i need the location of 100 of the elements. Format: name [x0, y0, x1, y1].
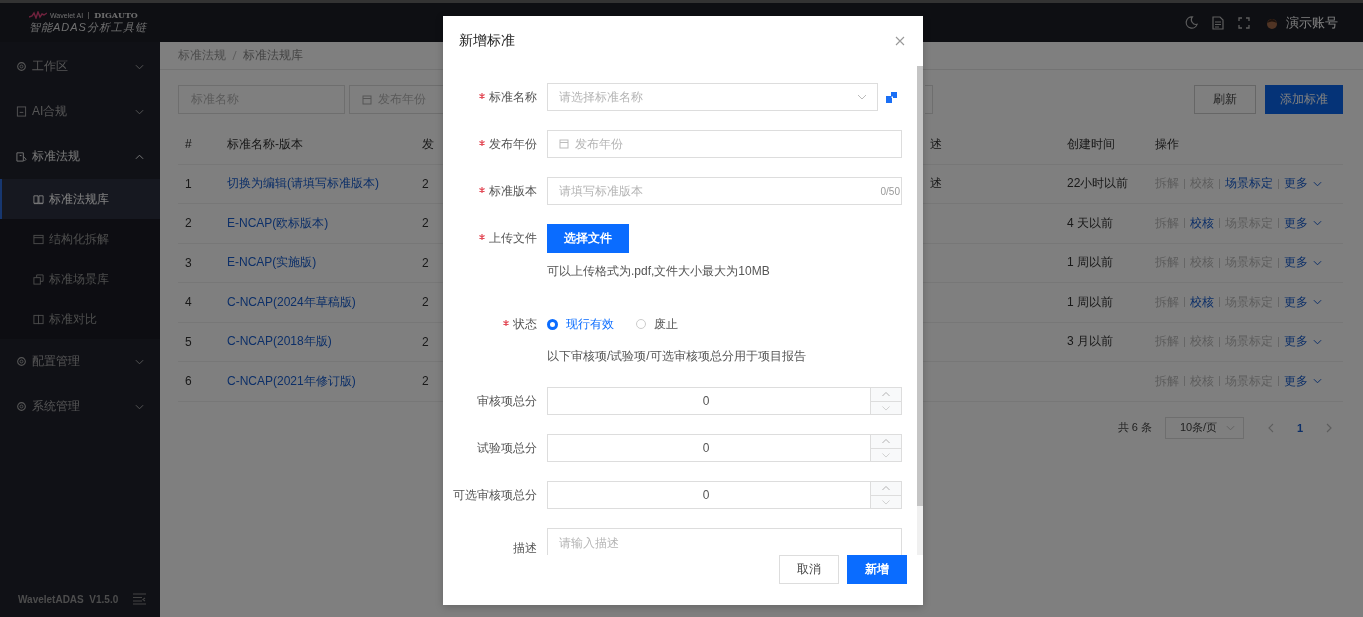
sidebar-subitem[interactable]: 标准法规库 — [0, 179, 160, 219]
created-time: 4 天以前 — [1066, 214, 1114, 232]
help-text: 可以上传格式为.pdf,文件大小最大为10MB — [547, 264, 770, 278]
chevron-icon — [135, 358, 144, 365]
radio-button[interactable] — [547, 318, 558, 330]
radio-label[interactable]: 废止 — [654, 315, 678, 333]
number-field[interactable]: 0 — [547, 481, 902, 509]
book-icon — [16, 151, 27, 162]
table-cell-text: 2 — [421, 255, 430, 270]
sidebar-item[interactable]: 系统管理 — [0, 384, 160, 429]
sidebar-subitem[interactable]: 结构化拆解 — [0, 219, 160, 259]
row-number: 5 — [184, 334, 193, 349]
radio-label[interactable]: 现行有效 — [566, 315, 614, 333]
menu-collapse-icon[interactable] — [133, 593, 146, 605]
table-cell-text: 述 — [929, 175, 943, 193]
moon-icon[interactable] — [1185, 16, 1198, 29]
number-field[interactable]: 0 — [547, 434, 902, 462]
choose-file-button[interactable]: 选择文件 — [547, 224, 629, 253]
document-icon — [33, 233, 44, 245]
standard-name-link[interactable]: 切换为编辑(请填写标准版本) — [227, 175, 410, 193]
number-field[interactable]: 0 — [547, 387, 902, 415]
more-link[interactable]: 更多 — [1284, 175, 1308, 193]
scrollbar-thumb[interactable] — [917, 66, 923, 506]
row-number: 2 — [184, 216, 193, 231]
field-label: 审核项总分 — [477, 393, 537, 408]
add-standard-button[interactable]: 添加标准 — [1265, 85, 1343, 114]
page-number[interactable]: 1 — [1286, 421, 1313, 434]
more-link[interactable]: 更多 — [1284, 333, 1308, 351]
dialog-title: 新增标准 — [459, 32, 515, 50]
sidebar-item[interactable]: 配置管理 — [0, 339, 160, 384]
more-link[interactable]: 更多 — [1284, 254, 1308, 272]
more-link[interactable]: 更多 — [1284, 214, 1308, 232]
standard-name-link[interactable]: C-NCAP(2018年版) — [227, 333, 410, 351]
chevron-down-icon — [1313, 259, 1322, 266]
row-action-link[interactable]: 校核 — [1190, 293, 1214, 311]
chevron-down-icon — [1313, 378, 1322, 385]
row-action-link[interactable]: 场景标定 — [1225, 175, 1273, 193]
table-cell-text: 2 — [421, 295, 430, 310]
compare-icon — [33, 313, 44, 325]
column-header: 述 — [929, 135, 943, 153]
date-field[interactable]: 发布年份 — [547, 130, 902, 158]
sidebar-subitem[interactable]: 标准场景库 — [0, 259, 160, 299]
column-header: 发 — [421, 135, 435, 153]
previous-page-icon[interactable] — [1266, 422, 1274, 433]
chevron-down-icon — [1313, 338, 1322, 345]
field-label: 描述 — [513, 540, 537, 555]
refresh-button[interactable]: 刷新 — [1194, 85, 1256, 114]
document-icon[interactable] — [1212, 15, 1224, 30]
row-number: 1 — [184, 176, 193, 191]
table-cell-text: 2 — [421, 374, 430, 389]
table-cell-text: 2 — [421, 334, 430, 349]
chevron-icon — [135, 63, 144, 70]
book-icon — [33, 193, 44, 205]
chevron-icon — [135, 403, 144, 410]
user-name[interactable]: 演示账号 — [1286, 13, 1338, 32]
cancel-button[interactable]: 取消 — [779, 555, 839, 584]
gear-icon — [16, 356, 27, 367]
text-field[interactable]: 请填写标准版本 0/50 — [547, 177, 902, 205]
table-cell-text: 2 — [421, 176, 430, 191]
select-field[interactable]: 请选择标准名称 — [547, 83, 878, 111]
filter-field[interactable] — [925, 85, 933, 114]
row-action-link[interactable]: 校核 — [1190, 214, 1214, 232]
standard-name-link[interactable]: E-NCAP(实施版) — [227, 254, 410, 272]
column-header: 操作 — [1154, 135, 1180, 153]
more-link[interactable]: 更多 — [1284, 372, 1308, 390]
standard-name-link[interactable]: C-NCAP(2024年草稿版) — [227, 293, 410, 311]
fullscreen-icon[interactable] — [1238, 16, 1250, 29]
row-number: 6 — [184, 374, 193, 389]
gear-icon — [16, 401, 27, 412]
chevron-icon — [135, 108, 144, 115]
field-label: 上传文件 — [489, 231, 537, 245]
more-link[interactable]: 更多 — [1284, 293, 1308, 311]
field-label: 状态 — [513, 316, 537, 331]
standard-name-link[interactable]: E-NCAP(欧标版本) — [227, 214, 410, 232]
table-cell-text: 2 — [421, 216, 430, 231]
row-number: 4 — [184, 295, 193, 310]
chevron-icon — [135, 153, 144, 160]
switch-icon[interactable] — [886, 91, 897, 103]
sidebar-item[interactable]: AI合规 — [0, 89, 160, 134]
sidebar-subitem[interactable]: 标准对比 — [0, 299, 160, 339]
submit-button[interactable]: 新增 — [847, 555, 907, 584]
calendar-icon — [362, 94, 372, 105]
gear-icon — [16, 61, 27, 72]
total-count: 共 6 条 — [1117, 420, 1152, 435]
next-page-icon[interactable] — [1326, 422, 1333, 433]
column-header: 创建时间 — [1066, 135, 1116, 153]
field-label: 标准名称 — [489, 89, 537, 104]
sidebar-item[interactable]: 工作区 — [0, 44, 160, 89]
calendar-icon — [559, 139, 569, 149]
field-label: 标准版本 — [489, 183, 537, 198]
standard-name-link[interactable]: C-NCAP(2021年修订版) — [227, 372, 410, 390]
chevron-down-icon — [1225, 424, 1235, 431]
close-icon[interactable] — [895, 36, 905, 46]
page-size-select[interactable]: 10条/页 — [1164, 416, 1244, 439]
wave-logo-icon — [29, 11, 47, 19]
document-icon — [16, 106, 27, 117]
field-label: 可选审核项总分 — [453, 487, 537, 502]
sidebar-item[interactable]: 标准法规 — [0, 134, 160, 179]
partner-name: DIGAUTO — [94, 10, 138, 20]
field-label: 试验项总分 — [477, 440, 537, 455]
